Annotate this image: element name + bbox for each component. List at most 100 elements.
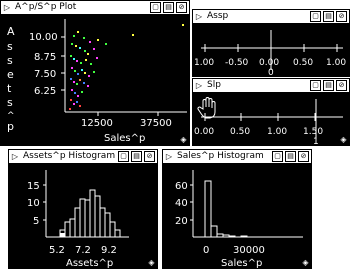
- slider-tick-label: 0.00: [259, 58, 279, 68]
- data-point: [84, 72, 86, 74]
- assets-histogram[interactable]: 15 10 5 5.2 7.2 9.2 Assets^p: [9, 164, 157, 268]
- sales-histogram-window: ▷ Sales^p Histogram ▢ ▤ ⊘ 60 40 20 0 300: [162, 149, 312, 269]
- x-axis-label: Assets^p: [66, 258, 113, 268]
- assets-histogram-title: Assets^p Histogram: [23, 151, 116, 161]
- scatter-plot[interactable]: A s s e t s ^ p 10.00 8.75 7.50 6.25 125…: [1, 15, 189, 145]
- x-tick-label: 12500: [81, 118, 113, 129]
- sales-histogram[interactable]: 60 40 20 0 30000 Sales^p: [163, 164, 311, 268]
- plot-titlebar[interactable]: ▷ A^p/S^p Plot ▢ ▤ ⊘: [1, 1, 189, 15]
- y-tick-label: 7.50: [34, 69, 56, 80]
- histogram-bar: [64, 221, 71, 238]
- slider-tick-label: 0.00: [194, 127, 214, 137]
- plot-window: ▷ A^p/S^p Plot ▢ ▤ ⊘ A s s e t s ^ p 10.…: [0, 0, 190, 146]
- histogram-bar: [204, 180, 212, 238]
- close-circle-icon[interactable]: ⊘: [336, 80, 347, 91]
- slider-tick-label: 1.50: [303, 127, 323, 137]
- zoom-box-icon[interactable]: ▢: [310, 11, 321, 22]
- data-point: [73, 103, 75, 105]
- data-point: [105, 43, 107, 45]
- data-point: [70, 99, 72, 101]
- window-menu-triangle-icon[interactable]: ▷: [194, 80, 204, 91]
- page-icon[interactable]: ▤: [323, 80, 334, 91]
- histogram-bar: [69, 218, 76, 238]
- close-circle-icon[interactable]: ⊘: [298, 151, 309, 162]
- data-point: [76, 60, 78, 62]
- data-point: [87, 53, 89, 55]
- assp-slider-area[interactable]: 1.00 -0.50 0.00 0.50 1.00 0: [193, 24, 349, 76]
- y-tick-label: 8.75: [34, 52, 56, 63]
- histogram-bar: [114, 229, 121, 238]
- resize-diamond-icon[interactable]: ◈: [147, 258, 156, 267]
- y-axis-label-letter-s3: s: [7, 96, 13, 109]
- data-point: [74, 92, 76, 94]
- data-point: [77, 95, 79, 97]
- resize-diamond-icon[interactable]: ◈: [339, 135, 348, 144]
- window-menu-triangle-icon[interactable]: ▷: [10, 151, 20, 162]
- assets-histogram-area[interactable]: 15 10 5 5.2 7.2 9.2 Assets^p ◈: [9, 164, 157, 268]
- histogram-bar: [109, 221, 116, 238]
- window-menu-triangle-icon[interactable]: ▷: [194, 11, 204, 22]
- close-circle-icon[interactable]: ⊘: [176, 2, 187, 13]
- slider-tick-label: 1.00: [194, 58, 214, 68]
- data-point: [77, 31, 79, 33]
- page-icon[interactable]: ▤: [163, 2, 174, 13]
- assp-titlebar[interactable]: ▷ Assp ▢ ▤ ⊘: [193, 10, 349, 24]
- data-point: [90, 63, 92, 65]
- page-icon[interactable]: ▤: [323, 11, 334, 22]
- histogram-bar: [84, 199, 91, 238]
- data-point: [79, 105, 81, 107]
- page-icon[interactable]: ▤: [131, 151, 142, 162]
- assets-histogram-window: ▷ Assets^p Histogram ▢ ▤ ⊘ 15 10 5 5.2 7…: [8, 149, 158, 269]
- assp-slider[interactable]: 1.00 -0.50 0.00 0.50 1.00 0: [193, 24, 349, 76]
- data-point: [71, 43, 73, 45]
- histogram-bar: [94, 195, 101, 238]
- data-point: [80, 62, 82, 64]
- data-point: [88, 75, 90, 77]
- data-point: [93, 48, 95, 50]
- zoom-box-icon[interactable]: ▢: [272, 151, 283, 162]
- zoom-box-icon[interactable]: ▢: [118, 151, 129, 162]
- plot-area[interactable]: A s s e t s ^ p 10.00 8.75 7.50 6.25 125…: [1, 15, 189, 145]
- close-circle-icon[interactable]: ⊘: [144, 151, 155, 162]
- data-point: [69, 108, 71, 110]
- y-axis-label-letter-t: t: [7, 82, 12, 95]
- data-point: [81, 91, 83, 93]
- data-point: [71, 89, 73, 91]
- sales-histogram-titlebar[interactable]: ▷ Sales^p Histogram ▢ ▤ ⊘: [163, 150, 311, 164]
- assets-histogram-titlebar[interactable]: ▷ Assets^p Histogram ▢ ▤ ⊘: [9, 150, 157, 164]
- data-point: [79, 79, 81, 81]
- slp-titlebar[interactable]: ▷ Slp ▢ ▤ ⊘: [193, 79, 349, 93]
- histogram-bar: [104, 212, 111, 238]
- x-tick-label: 0: [203, 245, 209, 256]
- window-menu-triangle-icon[interactable]: ▷: [164, 151, 174, 162]
- zoom-box-icon[interactable]: ▢: [150, 2, 161, 13]
- sales-histogram-title: Sales^p Histogram: [177, 151, 264, 161]
- slp-slider[interactable]: 0.00 0.50 1.00 1.50 1: [193, 93, 349, 145]
- slider-tick-label: 0.50: [230, 127, 250, 137]
- resize-diamond-icon[interactable]: ◈: [179, 135, 188, 144]
- window-menu-triangle-icon[interactable]: ▷: [2, 2, 12, 13]
- assp-window: ▷ Assp ▢ ▤ ⊘ 1.00 -0.50 0.00 0.50 1.00 0: [192, 9, 350, 77]
- data-point: [71, 67, 73, 69]
- data-point: [73, 58, 75, 60]
- close-circle-icon[interactable]: ⊘: [336, 11, 347, 22]
- sales-histogram-area[interactable]: 60 40 20 0 30000 Sales^p ◈: [163, 164, 311, 268]
- histogram-bar: [240, 235, 248, 238]
- resize-diamond-icon[interactable]: ◈: [301, 258, 310, 267]
- y-tick-label: 10: [27, 198, 40, 209]
- data-point: [77, 73, 79, 75]
- zoom-box-icon[interactable]: ▢: [310, 80, 321, 91]
- scatter-points: [69, 24, 184, 110]
- histogram-bar: [222, 234, 230, 238]
- assp-window-title: Assp: [207, 11, 229, 21]
- slp-slider-area[interactable]: 0.00 0.50 1.00 1.50 1 ◈: [193, 93, 349, 145]
- histogram-bar: [99, 207, 106, 238]
- page-icon[interactable]: ▤: [285, 151, 296, 162]
- y-axis-label-letter-s1: s: [7, 40, 13, 53]
- x-axis-label: Sales^p: [104, 133, 145, 144]
- data-point: [81, 69, 83, 71]
- x-tick-label: 5.2: [49, 245, 65, 256]
- y-tick-label: 5: [33, 216, 39, 227]
- slider-tick-label: 1.00: [326, 58, 346, 68]
- hand-icon[interactable]: [197, 97, 216, 119]
